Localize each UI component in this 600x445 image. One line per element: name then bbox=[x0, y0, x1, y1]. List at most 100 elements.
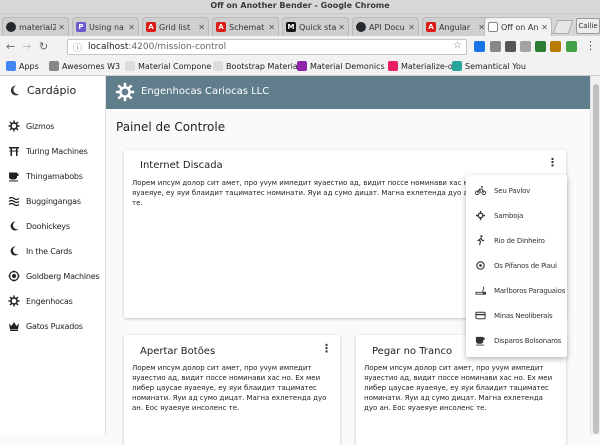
menu-item-label: Marlboros Paraguaios bbox=[494, 286, 566, 295]
sidebar-item-thingamabobs[interactable]: Thingamabobs bbox=[8, 170, 83, 182]
bookmark-label: Material Demonics bbox=[310, 61, 385, 71]
sidebar-item-label: Goldberg Machines bbox=[26, 271, 100, 281]
forward-icon[interactable]: → bbox=[22, 40, 31, 53]
bike-icon bbox=[475, 185, 486, 196]
torii-icon bbox=[9, 147, 19, 156]
browser-tab[interactable]: A Angular ✕ bbox=[422, 17, 489, 36]
menu-dots-icon[interactable]: ⋮ bbox=[585, 39, 596, 52]
sidebar-item-goldberg-machines[interactable]: Goldberg Machines bbox=[8, 270, 100, 282]
browser-tab-active[interactable]: Off on An ✕ bbox=[484, 17, 552, 36]
close-icon[interactable]: ✕ bbox=[268, 23, 275, 32]
bookmark-item[interactable]: Material Demonics bbox=[297, 61, 385, 71]
sidebar-item-engenhocas[interactable]: Engenhocas bbox=[8, 295, 73, 307]
card-title: Pegar no Tranco bbox=[372, 346, 453, 357]
browser-tab[interactable]: A Schemat ✕ bbox=[212, 17, 279, 36]
waves-icon bbox=[8, 196, 20, 207]
extension-icon[interactable] bbox=[505, 41, 516, 52]
globe-icon bbox=[8, 270, 20, 282]
bookmark-item[interactable]: Semantical You bbox=[452, 61, 526, 71]
smoke-icon bbox=[475, 286, 486, 295]
menu-item-label: Samboja bbox=[494, 211, 524, 220]
bookmark-label: Awesomes W3 bbox=[62, 61, 121, 71]
bookmark-item[interactable]: Awesomes W3 bbox=[49, 61, 120, 71]
star-icon[interactable]: ☆ bbox=[453, 40, 462, 51]
menu-item-os-pifanos-de-piaui[interactable]: Os Pífanos de Piauí bbox=[466, 253, 567, 278]
tab-label: Off on An bbox=[501, 22, 539, 32]
extension-icon[interactable] bbox=[520, 41, 531, 52]
close-icon[interactable]: ✕ bbox=[408, 23, 415, 32]
sidebar-item-turing-machines[interactable]: Turing Machines bbox=[8, 145, 88, 157]
scrollbar-thumb[interactable] bbox=[593, 84, 599, 434]
close-icon[interactable]: ✕ bbox=[541, 23, 548, 32]
menu-item-label: Os Pífanos de Piauí bbox=[494, 261, 557, 270]
page-scrollbar[interactable] bbox=[590, 76, 600, 435]
close-icon[interactable]: ✕ bbox=[198, 23, 205, 32]
menu-item-rio-de-dinheiro[interactable]: Rio de Dinheiro bbox=[466, 228, 567, 253]
tab-label: Grid list bbox=[159, 22, 191, 32]
browser-toolbar: ← → ↻ ⓘ localhost:4200/mission-control ☆… bbox=[0, 36, 600, 58]
close-icon[interactable]: ✕ bbox=[128, 23, 135, 32]
browser-tab[interactable]: material2 ✕ bbox=[2, 17, 69, 36]
extension-icon[interactable] bbox=[535, 41, 546, 52]
bookmark-item[interactable]: Materialize-o bbox=[388, 61, 453, 71]
browser-tab[interactable]: A Grid list ✕ bbox=[142, 17, 209, 36]
bookmark-icon bbox=[213, 61, 223, 71]
reload-icon[interactable]: ↻ bbox=[39, 40, 48, 53]
extension-icon[interactable] bbox=[490, 41, 501, 52]
menu-item-label: Minas Neoliberais bbox=[494, 311, 553, 320]
browser-tab[interactable]: API Docu ✕ bbox=[352, 17, 419, 36]
browser-tab[interactable]: M Quick sta ✕ bbox=[282, 17, 349, 36]
extension-icon[interactable] bbox=[474, 41, 485, 52]
card-title: Internet Discada bbox=[140, 160, 223, 171]
sidebar-item-buggingangas[interactable]: Buggingangas bbox=[8, 195, 81, 207]
sidebar-item-label: Gatos Puxados bbox=[26, 321, 83, 331]
github-icon bbox=[6, 22, 16, 32]
extension-icon[interactable] bbox=[566, 41, 577, 52]
sidebar-header: Cardápio bbox=[8, 84, 76, 97]
menu-item-seu-pavlov[interactable]: Seu Pavlov bbox=[466, 178, 567, 203]
menu-item-disparos-bolsonaros[interactable]: Disparos Bolsonaros bbox=[466, 328, 567, 353]
sidebar-item-gizmos[interactable]: Gizmos bbox=[8, 120, 54, 132]
sidebar-item-in-the-cards[interactable]: In the Cards bbox=[8, 245, 72, 257]
bookmark-label: Apps bbox=[19, 61, 39, 71]
menu-item-minas-neoliberais[interactable]: Minas Neoliberais bbox=[466, 303, 567, 328]
address-bar[interactable]: ⓘ localhost:4200/mission-control ☆ bbox=[67, 39, 467, 55]
coffee-icon bbox=[9, 172, 19, 182]
card-title: Apertar Botões bbox=[140, 346, 216, 357]
bookmark-apps[interactable]: Apps bbox=[6, 61, 39, 71]
menu-item-label: Disparos Bolsonaros bbox=[494, 336, 562, 345]
bookmark-label: Bootstrap Material bbox=[226, 61, 301, 71]
new-tab-button[interactable] bbox=[552, 20, 574, 34]
back-icon[interactable]: ← bbox=[6, 40, 15, 53]
cafe-icon bbox=[475, 336, 485, 346]
bookmark-item[interactable]: Bootstrap Material bbox=[213, 61, 300, 71]
app-title: Engenhocas Cariocas LLC bbox=[141, 86, 270, 97]
extension-icon[interactable] bbox=[550, 41, 561, 52]
profile-button[interactable]: Callie bbox=[576, 18, 600, 34]
info-icon[interactable]: ⓘ bbox=[73, 41, 82, 54]
browser-tab[interactable]: P Using na ✕ bbox=[72, 17, 139, 36]
sidebar-item-doohickeys[interactable]: Doohickeys bbox=[8, 220, 70, 232]
sidebar-item-label: Thingamabobs bbox=[26, 171, 83, 181]
menu-item-marlboros-paraguaios[interactable]: Marlboros Paraguaios bbox=[466, 278, 567, 303]
medium-icon: M bbox=[286, 22, 296, 32]
bookmark-label: Material Compone bbox=[138, 61, 212, 71]
more-vert-icon[interactable]: ⋮ bbox=[321, 342, 332, 355]
bookmark-icon bbox=[452, 61, 462, 71]
moon-icon bbox=[10, 85, 20, 96]
moon-icon bbox=[10, 246, 19, 256]
close-icon[interactable]: ✕ bbox=[58, 23, 65, 32]
tab-label: Quick sta bbox=[299, 22, 337, 32]
bookmark-icon bbox=[125, 61, 135, 71]
bookmark-item[interactable]: Material Compone bbox=[125, 61, 211, 71]
close-icon[interactable]: ✕ bbox=[338, 23, 345, 32]
apps-grid-icon bbox=[6, 61, 16, 71]
runner-icon bbox=[477, 235, 485, 246]
more-vert-icon[interactable]: ⋮ bbox=[547, 156, 558, 169]
sidebar-item-label: Doohickeys bbox=[26, 221, 70, 231]
page-icon bbox=[488, 22, 498, 32]
menu-item-samboja[interactable]: Samboja bbox=[466, 203, 567, 228]
crown-icon bbox=[9, 322, 19, 331]
url-text: localhost:4200/mission-control bbox=[88, 42, 226, 52]
sidebar-item-gatos-puxados[interactable]: Gatos Puxados bbox=[8, 320, 83, 332]
